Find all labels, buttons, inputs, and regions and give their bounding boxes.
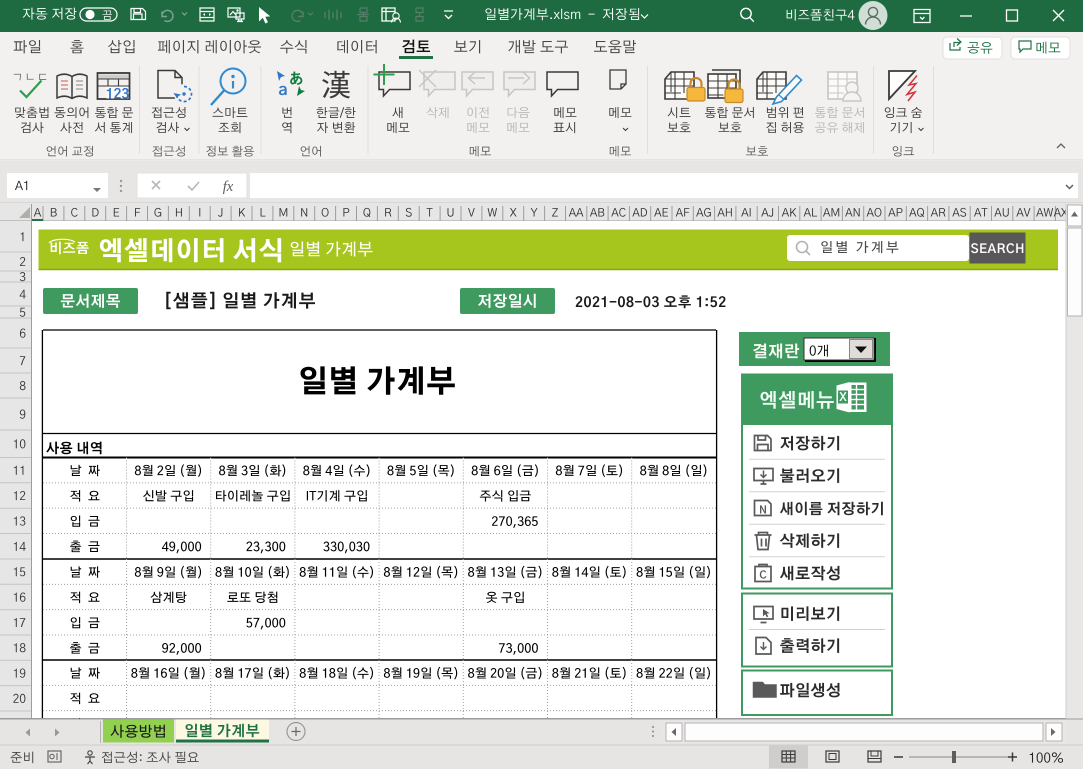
svg-text:fx: fx (223, 179, 234, 195)
